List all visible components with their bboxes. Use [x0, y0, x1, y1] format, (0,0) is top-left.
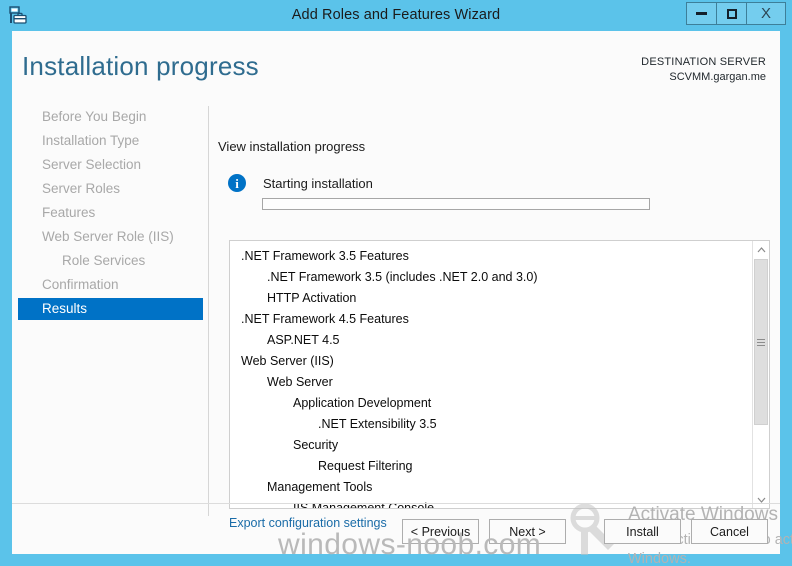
list-item: Management Tools — [267, 480, 373, 494]
client-area: Installation progress DESTINATION SERVER… — [12, 31, 792, 566]
minimize-icon — [696, 12, 707, 15]
section-label: View installation progress — [218, 139, 366, 154]
wizard-step-nav: Before You Begin Installation Type Server … — [18, 106, 203, 506]
sidebar-item-before-you-begin[interactable]: Before You Begin — [18, 106, 203, 128]
sidebar-item-confirmation[interactable]: Confirmation — [18, 274, 203, 296]
list-item: ASP.NET 4.5 — [267, 333, 340, 347]
previous-button[interactable]: < Previous — [402, 519, 479, 544]
close-icon: X — [760, 5, 771, 22]
maximize-icon — [726, 8, 737, 19]
next-button[interactable]: Next > — [489, 519, 566, 544]
scroll-down-icon[interactable] — [753, 491, 769, 508]
list-scrollbar[interactable] — [752, 241, 769, 508]
sidebar-item-server-roles[interactable]: Server Roles — [18, 178, 203, 200]
list-item: Web Server (IIS) — [241, 354, 334, 368]
sidebar-item-web-server-role-iis[interactable]: Web Server Role (IIS) — [18, 226, 203, 248]
minimize-button[interactable] — [686, 2, 716, 25]
installation-progress-bar — [262, 198, 650, 210]
list-item: .NET Framework 3.5 (includes .NET 2.0 an… — [267, 270, 538, 284]
list-item: Security — [293, 438, 339, 452]
installed-components-list: .NET Framework 3.5 Features .NET Framewor… — [229, 240, 770, 509]
sidebar-item-server-selection[interactable]: Server Selection — [18, 154, 203, 176]
footer-separator — [12, 503, 780, 504]
status-text: Starting installation — [263, 175, 373, 191]
list-item: HTTP Activation — [267, 291, 357, 305]
page-title: Installation progress — [22, 51, 259, 81]
scrollbar-grip-icon — [757, 338, 765, 346]
installed-components-inner: .NET Framework 3.5 Features .NET Framewor… — [230, 241, 753, 508]
window-title: Add Roles and Features Wizard — [291, 7, 501, 23]
list-item: Application Development — [293, 396, 432, 410]
close-button[interactable]: X — [746, 2, 786, 25]
list-item: .NET Framework 4.5 Features — [241, 312, 409, 326]
sidebar-item-role-services[interactable]: Role Services — [18, 250, 203, 272]
list-item: .NET Framework 3.5 Features — [241, 249, 409, 263]
info-icon: i — [228, 174, 246, 192]
export-configuration-settings-link[interactable]: Export configuration settings — [229, 516, 387, 530]
title-bar: Add Roles and Features Wizard X — [0, 0, 792, 31]
list-item: Web Server — [267, 375, 333, 389]
install-button[interactable]: Install — [604, 519, 681, 544]
sidebar-item-results[interactable]: Results — [18, 298, 203, 320]
wizard-window: Add Roles and Features Wizard X Installa… — [0, 0, 792, 566]
sidebar-divider — [208, 106, 209, 516]
scroll-up-icon[interactable] — [753, 241, 769, 258]
destination-server-name: SCVMM.gargan.me — [669, 71, 766, 83]
cancel-button[interactable]: Cancel — [691, 519, 768, 544]
destination-server-label: DESTINATION SERVER — [641, 56, 766, 68]
wizard-footer-buttons: < Previous Next > Install Cancel — [402, 519, 768, 544]
list-item: .NET Extensibility 3.5 — [318, 417, 437, 431]
sidebar-item-installation-type[interactable]: Installation Type — [18, 130, 203, 152]
scrollbar-thumb[interactable] — [754, 259, 768, 425]
window-controls: X — [686, 2, 786, 26]
maximize-button[interactable] — [716, 2, 746, 25]
sidebar-item-features[interactable]: Features — [18, 202, 203, 224]
destination-server-block: DESTINATION SERVER SCVMM.gargan.me — [641, 55, 766, 85]
status-row: i Starting installation — [228, 174, 373, 192]
list-item: Request Filtering — [318, 459, 413, 473]
